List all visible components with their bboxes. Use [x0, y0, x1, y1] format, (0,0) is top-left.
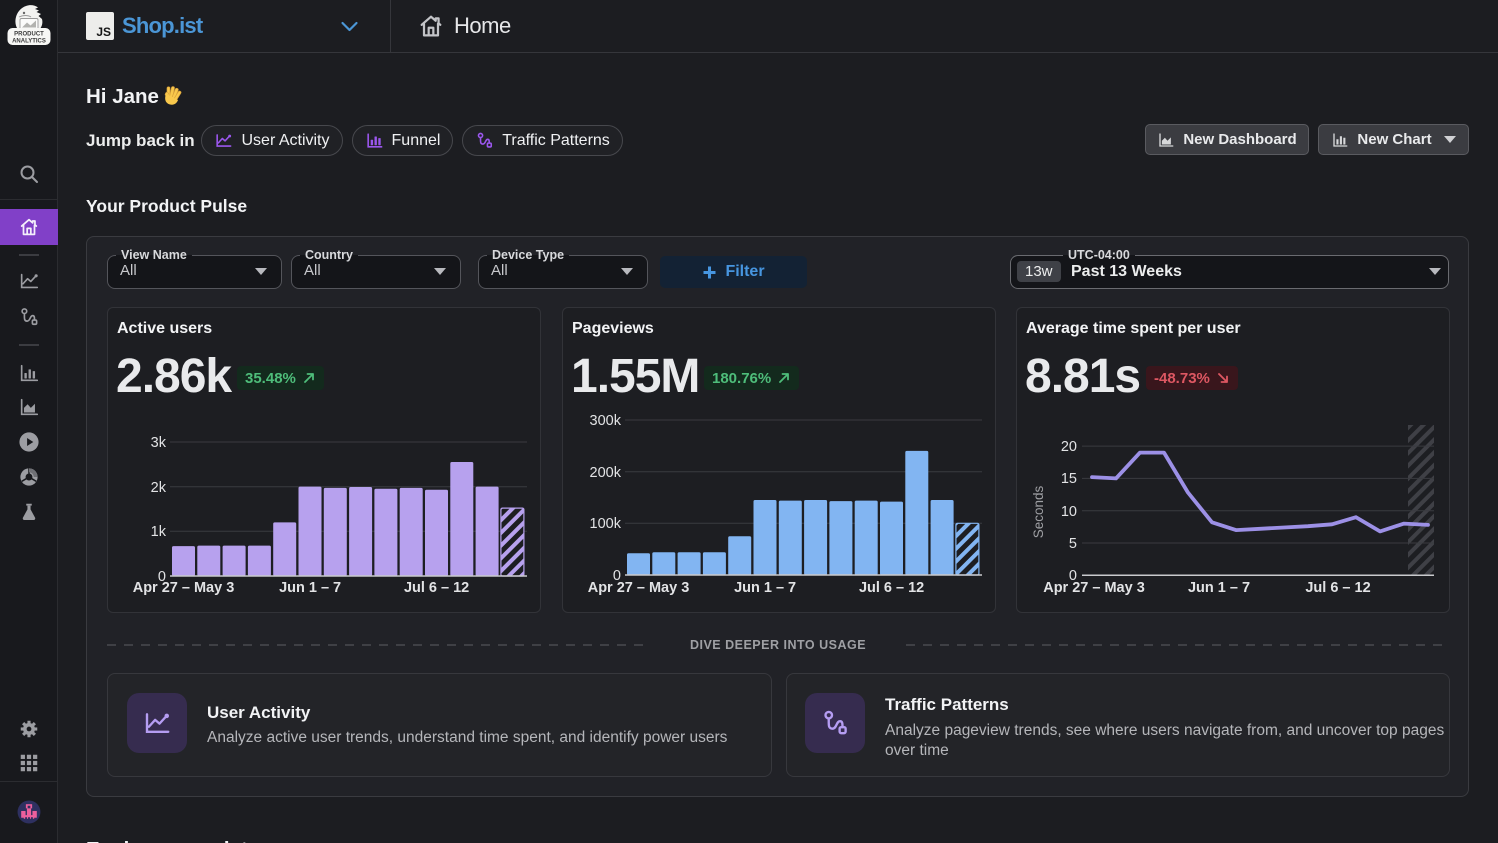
svg-text:100k: 100k: [590, 516, 622, 532]
svg-text:3k: 3k: [151, 435, 167, 451]
svg-text:PRODUCT: PRODUCT: [14, 32, 44, 38]
svg-text:2k: 2k: [151, 480, 167, 496]
svg-text:Jun 1 – 7: Jun 1 – 7: [734, 580, 796, 596]
svg-text:ANALYTICS: ANALYTICS: [12, 39, 46, 45]
svg-text:Jun 1 – 7: Jun 1 – 7: [1188, 580, 1250, 596]
svg-text:Apr 27 – May 3: Apr 27 – May 3: [588, 580, 690, 596]
svg-text:Jul 6 – 12: Jul 6 – 12: [1305, 580, 1370, 596]
svg-text:Seconds: Seconds: [1031, 485, 1046, 538]
svg-text:5: 5: [1069, 536, 1077, 552]
svg-text:300k: 300k: [590, 413, 622, 429]
svg-text:Apr 27 – May 3: Apr 27 – May 3: [1043, 580, 1145, 596]
svg-text:Jun 1 – 7: Jun 1 – 7: [279, 580, 341, 596]
svg-text:20: 20: [1061, 439, 1077, 455]
svg-text:Jul 6 – 12: Jul 6 – 12: [404, 580, 469, 596]
svg-text:200k: 200k: [590, 465, 622, 481]
svg-text:15: 15: [1061, 471, 1077, 487]
svg-text:1k: 1k: [151, 524, 167, 540]
svg-text:Jul 6 – 12: Jul 6 – 12: [859, 580, 924, 596]
svg-text:Apr 27 – May 3: Apr 27 – May 3: [133, 580, 235, 596]
svg-text:10: 10: [1061, 504, 1077, 520]
